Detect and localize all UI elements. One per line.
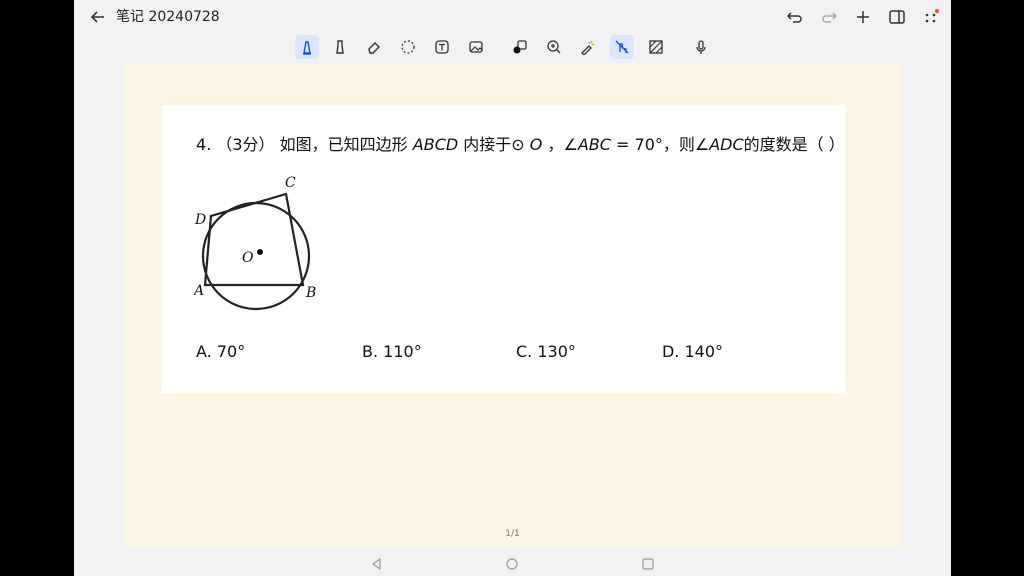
circle-o xyxy=(201,201,311,311)
pen-icon[interactable] xyxy=(295,35,319,59)
zoom-icon[interactable] xyxy=(542,35,566,59)
nav-home-icon[interactable] xyxy=(504,556,520,572)
page-indicator: 1/1 xyxy=(505,529,520,539)
note-page[interactable]: 4. （3分） 如图，已知四边形 ABCD 内接于⊙ O ，∠ABC = 70°… xyxy=(124,63,901,548)
finger-draw-icon[interactable] xyxy=(610,35,634,59)
label-o: O xyxy=(242,250,254,266)
option-c[interactable]: C. 130° xyxy=(516,342,576,361)
undo-icon[interactable] xyxy=(785,7,805,27)
background-pattern-icon[interactable] xyxy=(644,35,668,59)
nav-recents-icon[interactable] xyxy=(640,556,656,572)
note-title: 笔记 20240728 xyxy=(116,9,220,25)
quadrilateral-abcd xyxy=(203,192,305,287)
note-app: 笔记 20240728 4. （3分） 如图，已知四边形 ABCD 内接于⊙ O… xyxy=(74,0,951,576)
question-image: 4. （3分） 如图，已知四边形 ABCD 内接于⊙ O ，∠ABC = 70°… xyxy=(162,105,845,393)
label-b: B xyxy=(305,285,316,301)
back-arrow-icon[interactable] xyxy=(88,7,108,27)
highlighter-icon[interactable] xyxy=(328,35,352,59)
option-b[interactable]: B. 110° xyxy=(362,342,422,361)
title-bar-actions xyxy=(785,6,941,28)
drawing-toolbar xyxy=(74,33,951,61)
option-a[interactable]: A. 70° xyxy=(196,342,245,361)
add-icon[interactable] xyxy=(853,7,873,27)
title-bar: 笔记 20240728 xyxy=(74,0,951,33)
eraser-icon[interactable] xyxy=(362,35,386,59)
image-icon[interactable] xyxy=(464,35,488,59)
microphone-icon[interactable] xyxy=(689,35,713,59)
option-d[interactable]: D. 140° xyxy=(662,342,723,361)
geometry-figure: A B C D O xyxy=(194,175,316,311)
text-box-icon[interactable] xyxy=(430,35,454,59)
laser-pointer-icon[interactable] xyxy=(576,35,600,59)
lasso-icon[interactable] xyxy=(396,35,420,59)
nav-back-icon[interactable] xyxy=(369,556,385,572)
system-nav-bar xyxy=(74,551,951,576)
question-points: （3分） xyxy=(216,135,275,154)
more-icon[interactable] xyxy=(921,7,941,27)
label-d: D xyxy=(194,212,206,228)
sidebar-toggle-icon[interactable] xyxy=(887,7,907,27)
label-a: A xyxy=(194,283,204,299)
label-c: C xyxy=(285,175,296,191)
redo-icon[interactable] xyxy=(819,7,839,27)
center-point xyxy=(257,249,263,255)
question-number: 4 xyxy=(196,135,207,154)
shapes-icon[interactable] xyxy=(508,35,532,59)
question-text: 4. （3分） 如图，已知四边形 ABCD 内接于⊙ O ，∠ABC = 70°… xyxy=(196,135,845,154)
